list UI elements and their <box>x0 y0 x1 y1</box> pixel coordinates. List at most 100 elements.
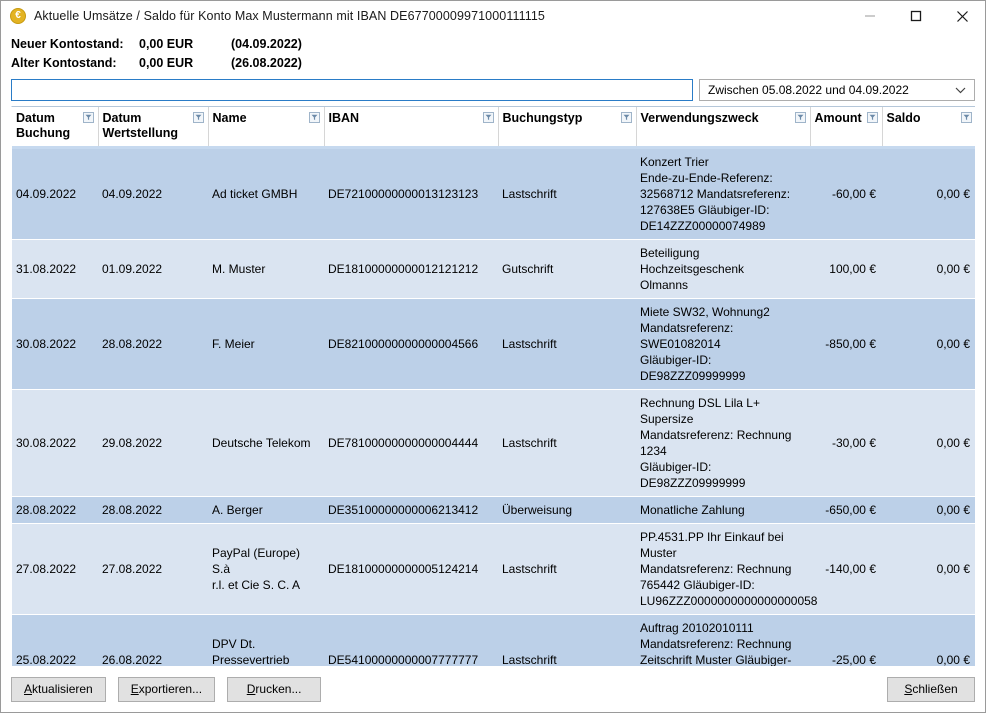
search-input[interactable] <box>11 79 693 101</box>
maximize-button[interactable] <box>893 1 939 31</box>
cell-saldo: 0,00 € <box>882 390 975 497</box>
window-controls <box>847 1 985 31</box>
cell-name: F. Meier <box>208 299 324 390</box>
balance-summary: Neuer Kontostand: 0,00 EUR (04.09.2022) … <box>1 31 985 75</box>
refresh-label: ktualisieren <box>32 682 93 696</box>
close-accel: S <box>904 682 912 696</box>
cell-datum_wertstellung: 28.08.2022 <box>98 497 208 524</box>
cell-saldo: 0,00 € <box>882 524 975 615</box>
column-header-verwendungszweck[interactable]: Verwendungszweck <box>636 107 810 148</box>
filter-icon[interactable] <box>621 112 632 123</box>
minimize-button[interactable] <box>847 1 893 31</box>
transactions-grid[interactable]: Datum BuchungDatum Wertstellung Name IBAN B… <box>11 106 975 666</box>
print-button[interactable]: Drucken... <box>227 677 321 702</box>
table-row[interactable]: 30.08.202228.08.2022F. MeierDE8210000000… <box>12 299 975 390</box>
cell-iban: DE78100000000000004444 <box>324 390 498 497</box>
new-balance-row: Neuer Kontostand: 0,00 EUR (04.09.2022) <box>11 35 985 54</box>
column-header-buchungstyp[interactable]: Buchungstyp <box>498 107 636 148</box>
window-title: Aktuelle Umsätze / Saldo für Konto Max M… <box>34 9 545 23</box>
column-header-label: Saldo <box>887 111 971 126</box>
cell-iban: DE82100000000000004566 <box>324 299 498 390</box>
cell-datum_buchung: 25.08.2022 <box>12 615 98 667</box>
cell-datum_buchung: 30.08.2022 <box>12 390 98 497</box>
cell-amount: -25,00 € <box>810 615 882 667</box>
cell-verwendungszweck: Rechnung DSL Lila L+ Supersize Mandatsre… <box>636 390 810 497</box>
grid-body: 04.09.202204.09.2022Ad ticket GMBHDE7210… <box>12 148 975 667</box>
table-row[interactable]: 04.09.202204.09.2022Ad ticket GMBHDE7210… <box>12 148 975 240</box>
title-bar: € Aktuelle Umsätze / Saldo für Konto Max… <box>1 1 985 31</box>
column-header-label: Buchungstyp <box>503 111 630 126</box>
print-label: rucken... <box>255 682 301 696</box>
close-label: chließen <box>912 682 957 696</box>
grid-header-row: Datum BuchungDatum Wertstellung Name IBAN B… <box>12 107 975 148</box>
print-accel: D <box>247 682 256 696</box>
cell-name: A. Berger <box>208 497 324 524</box>
new-balance-value: 0,00 EUR <box>139 35 231 54</box>
cell-saldo: 0,00 € <box>882 148 975 240</box>
cell-buchungstyp: Lastschrift <box>498 148 636 240</box>
cell-verwendungszweck: Auftrag 20102010111 Mandatsreferenz: Rec… <box>636 615 810 667</box>
cell-saldo: 0,00 € <box>882 299 975 390</box>
date-range-value: Zwischen 05.08.2022 und 04.09.2022 <box>700 83 909 97</box>
cell-datum_wertstellung: 04.09.2022 <box>98 148 208 240</box>
cell-iban: DE18100000000005124214 <box>324 524 498 615</box>
cell-datum_wertstellung: 26.08.2022 <box>98 615 208 667</box>
close-button[interactable] <box>939 1 985 31</box>
cell-verwendungszweck: Miete SW32, Wohnung2 Mandatsreferenz: SW… <box>636 299 810 390</box>
table-row[interactable]: 25.08.202226.08.2022DPV Dt. Pressevertri… <box>12 615 975 667</box>
cell-amount: -850,00 € <box>810 299 882 390</box>
column-header-amount[interactable]: Amount <box>810 107 882 148</box>
cell-name: DPV Dt. Pressevertrieb GMBH <box>208 615 324 667</box>
export-button[interactable]: Exportieren... <box>118 677 215 702</box>
filter-icon[interactable] <box>309 112 320 123</box>
cell-datum_wertstellung: 28.08.2022 <box>98 299 208 390</box>
cell-datum_wertstellung: 01.09.2022 <box>98 240 208 299</box>
column-header-saldo[interactable]: Saldo <box>882 107 975 148</box>
table-row[interactable]: 27.08.202227.08.2022PayPal (Europe) S.à … <box>12 524 975 615</box>
new-balance-date: (04.09.2022) <box>231 35 302 54</box>
cell-name: Ad ticket GMBH <box>208 148 324 240</box>
filter-bar: Zwischen 05.08.2022 und 04.09.2022 <box>1 75 985 106</box>
column-header-iban[interactable]: IBAN <box>324 107 498 148</box>
cell-name: Deutsche Telekom <box>208 390 324 497</box>
cell-buchungstyp: Lastschrift <box>498 299 636 390</box>
close-dialog-button[interactable]: Schließen <box>887 677 975 702</box>
cell-buchungstyp: Überweisung <box>498 497 636 524</box>
refresh-button[interactable]: Aktualisieren <box>11 677 106 702</box>
column-header-name[interactable]: Name <box>208 107 324 148</box>
cell-datum_wertstellung: 27.08.2022 <box>98 524 208 615</box>
column-header-label: Name <box>213 111 318 126</box>
filter-icon[interactable] <box>867 112 878 123</box>
table-row[interactable]: 30.08.202229.08.2022Deutsche TelekomDE78… <box>12 390 975 497</box>
column-header-datum_buchung[interactable]: Datum Buchung <box>12 107 98 148</box>
cell-verwendungszweck: Konzert Trier Ende-zu-Ende-Referenz: 325… <box>636 148 810 240</box>
column-header-label: IBAN <box>329 111 492 126</box>
cell-datum_buchung: 04.09.2022 <box>12 148 98 240</box>
account-transactions-window: € Aktuelle Umsätze / Saldo für Konto Max… <box>0 0 986 713</box>
cell-amount: -60,00 € <box>810 148 882 240</box>
cell-amount: -650,00 € <box>810 497 882 524</box>
date-range-select[interactable]: Zwischen 05.08.2022 und 04.09.2022 <box>699 79 975 101</box>
filter-icon[interactable] <box>193 112 204 123</box>
cell-verwendungszweck: Monatliche Zahlung <box>636 497 810 524</box>
column-header-datum_wertstellung[interactable]: Datum Wertstellung <box>98 107 208 148</box>
cell-datum_buchung: 28.08.2022 <box>12 497 98 524</box>
cell-iban: DE35100000000006213412 <box>324 497 498 524</box>
cell-iban: DE72100000000013123123 <box>324 148 498 240</box>
export-label: xportieren... <box>139 682 202 696</box>
filter-icon[interactable] <box>795 112 806 123</box>
cell-buchungstyp: Gutschrift <box>498 240 636 299</box>
cell-verwendungszweck: Beteiligung Hochzeitsgeschenk Olmanns <box>636 240 810 299</box>
old-balance-label: Alter Kontostand: <box>11 54 139 73</box>
table-row[interactable]: 28.08.202228.08.2022A. BergerDE351000000… <box>12 497 975 524</box>
refresh-accel: A <box>24 682 32 696</box>
filter-icon[interactable] <box>83 112 94 123</box>
column-header-label: Verwendungszweck <box>641 111 804 126</box>
cell-name: PayPal (Europe) S.à r.l. et Cie S. C. A <box>208 524 324 615</box>
chevron-down-icon <box>955 80 966 100</box>
table-row[interactable]: 31.08.202201.09.2022M. MusterDE181000000… <box>12 240 975 299</box>
filter-icon[interactable] <box>961 112 972 123</box>
cell-buchungstyp: Lastschrift <box>498 615 636 667</box>
cell-iban: DE18100000000012121212 <box>324 240 498 299</box>
filter-icon[interactable] <box>483 112 494 123</box>
